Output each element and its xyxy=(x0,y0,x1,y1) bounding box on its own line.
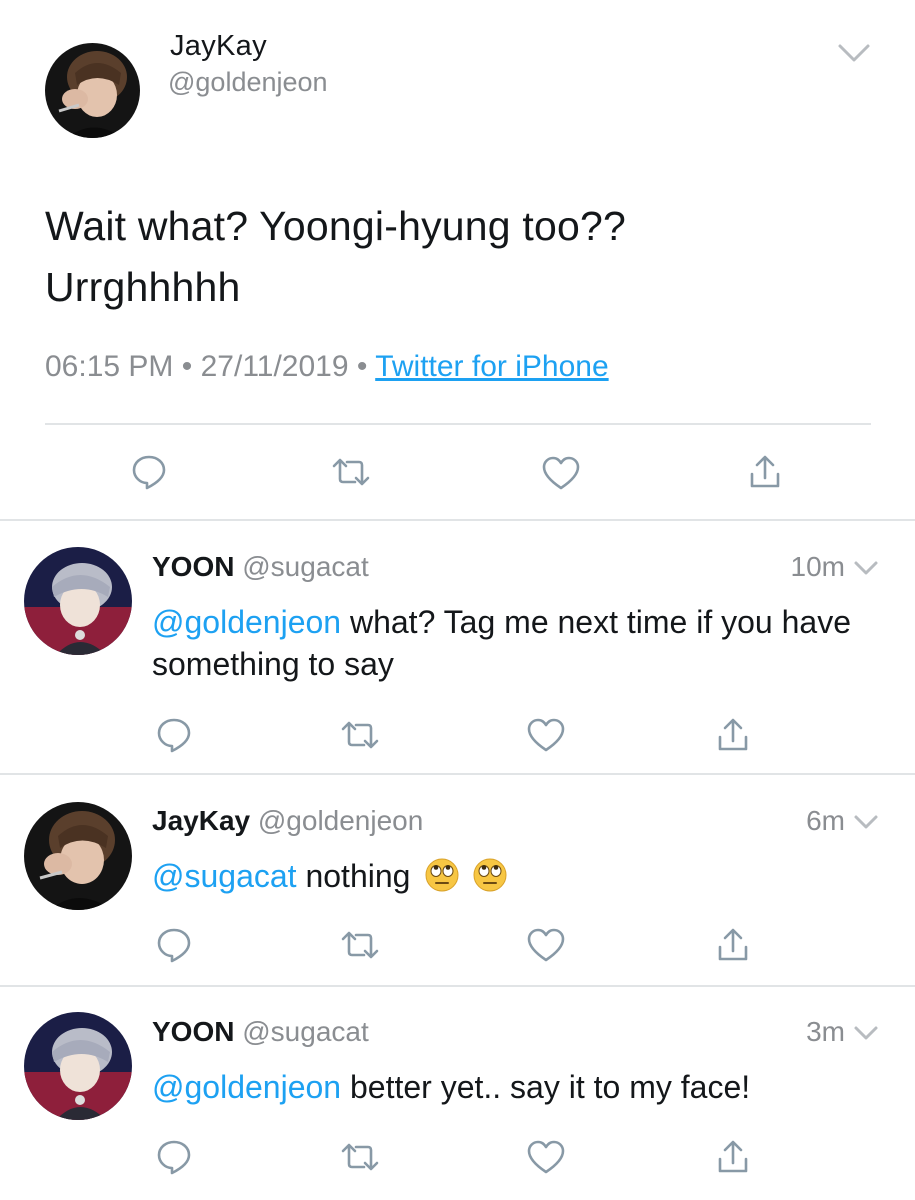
chevron-down-icon[interactable] xyxy=(852,1023,880,1043)
avatar-jaykay-main[interactable] xyxy=(45,43,140,138)
chevron-down-icon[interactable] xyxy=(852,812,880,832)
share-icon[interactable] xyxy=(713,1137,753,1177)
mention-link[interactable]: @goldenjeon xyxy=(152,604,341,640)
tweet-text-line-1: Wait what? Yoongi-hyung too?? xyxy=(45,203,626,249)
divider xyxy=(0,519,915,521)
meta-separator: • xyxy=(181,350,193,383)
tweet-source-link[interactable]: Twitter for iPhone xyxy=(375,350,608,383)
meta-separator: • xyxy=(356,350,368,383)
divider xyxy=(0,773,915,775)
reply-author-handle[interactable]: @sugacat xyxy=(242,551,369,582)
mention-link[interactable]: @goldenjeon xyxy=(152,1069,341,1105)
reply-header: JayKay @goldenjeon xyxy=(152,805,423,837)
tweet-text: Wait what? Yoongi-hyung too?? Urrghhhhh xyxy=(45,196,865,318)
reply-text: @goldenjeon what? Tag me next time if yo… xyxy=(152,601,872,685)
reply-body: nothing xyxy=(296,858,411,894)
reply-text: @sugacat nothing xyxy=(152,855,872,897)
mention-link[interactable]: @sugacat xyxy=(152,858,297,894)
reply-text: @goldenjeon better yet.. say it to my fa… xyxy=(152,1066,872,1108)
face-with-rolling-eyes-emoji xyxy=(473,858,507,892)
retweet-icon[interactable] xyxy=(329,452,373,492)
author-handle[interactable]: @goldenjeon xyxy=(168,67,328,98)
reply-author-name[interactable]: YOON xyxy=(152,1016,234,1047)
retweet-icon[interactable] xyxy=(338,715,382,755)
author-name[interactable]: JayKay xyxy=(170,30,267,63)
share-icon[interactable] xyxy=(745,452,785,492)
reply-header: YOON @sugacat xyxy=(152,551,369,583)
chevron-down-icon[interactable] xyxy=(852,558,880,578)
like-icon[interactable] xyxy=(525,925,567,965)
tweet-text-line-2: Urrghhhhh xyxy=(45,264,241,310)
tweet-time: 06:15 PM xyxy=(45,350,174,383)
like-icon[interactable] xyxy=(525,715,567,755)
avatar-yoon-reply-3[interactable] xyxy=(24,1012,132,1120)
chevron-down-icon[interactable] xyxy=(834,40,874,66)
tweet-date: 27/11/2019 xyxy=(200,350,349,383)
reply-timestamp: 10m xyxy=(790,551,845,582)
divider xyxy=(45,423,871,425)
tweet-meta: 06:15 PM • 27/11/2019 • Twitter for iPho… xyxy=(45,350,609,384)
reply-header: YOON @sugacat xyxy=(152,1016,369,1048)
reply-author-name[interactable]: YOON xyxy=(152,551,234,582)
reply-icon[interactable] xyxy=(154,1137,194,1177)
share-icon[interactable] xyxy=(713,715,753,755)
reply-icon[interactable] xyxy=(154,925,194,965)
share-icon[interactable] xyxy=(713,925,753,965)
reply-body: better yet.. say it to my face! xyxy=(341,1069,751,1105)
avatar-jaykay-reply-2[interactable] xyxy=(24,802,132,910)
reply-author-handle[interactable]: @goldenjeon xyxy=(258,805,423,836)
reply-icon[interactable] xyxy=(129,452,169,492)
retweet-icon[interactable] xyxy=(338,1137,382,1177)
like-icon[interactable] xyxy=(540,453,582,493)
like-icon[interactable] xyxy=(525,1137,567,1177)
divider xyxy=(0,985,915,987)
reply-icon[interactable] xyxy=(154,715,194,755)
reply-author-name[interactable]: JayKay xyxy=(152,805,250,836)
avatar-yoon-reply-1[interactable] xyxy=(24,547,132,655)
retweet-icon[interactable] xyxy=(338,925,382,965)
face-with-rolling-eyes-emoji xyxy=(425,858,459,892)
reply-timestamp: 6m xyxy=(806,805,845,836)
reply-timestamp: 3m xyxy=(806,1016,845,1047)
reply-author-handle[interactable]: @sugacat xyxy=(242,1016,369,1047)
